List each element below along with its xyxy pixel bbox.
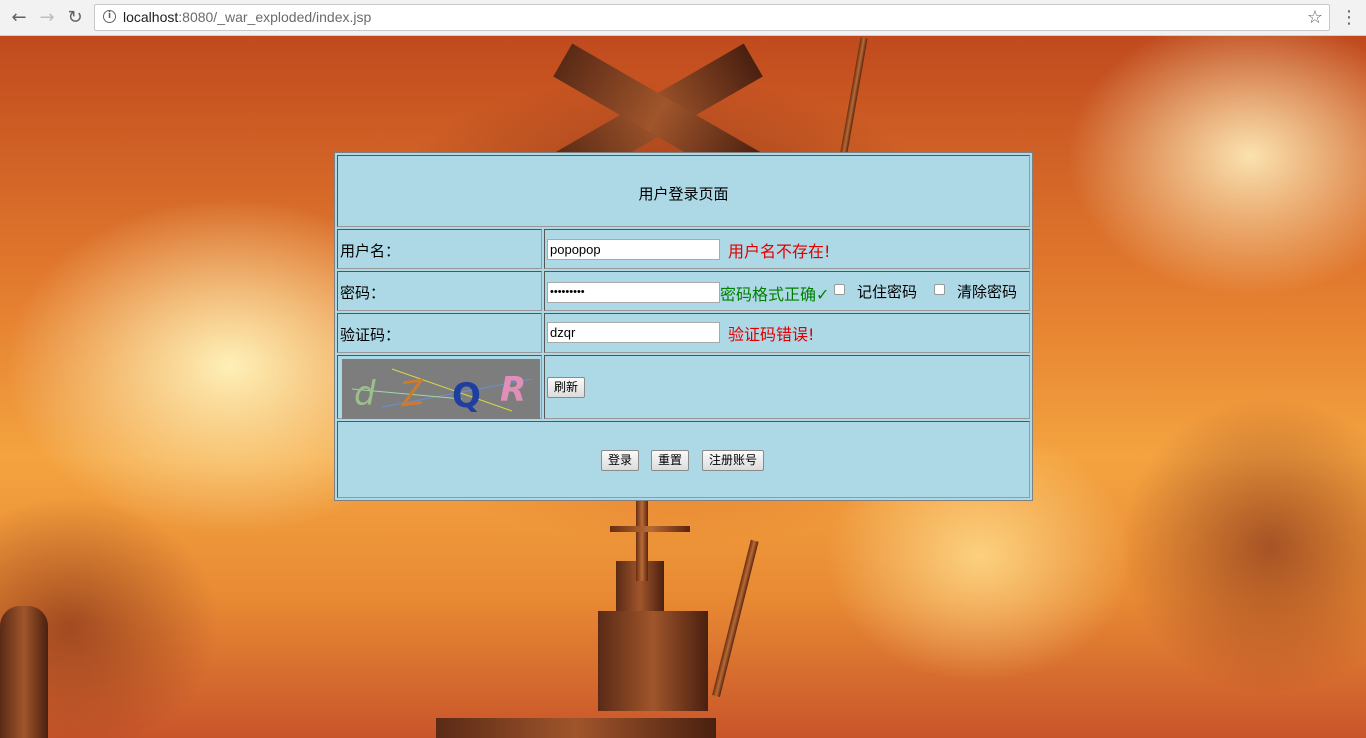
captcha-image[interactable]: d Z Q R: [342, 359, 540, 419]
background-cloud: [1120, 396, 1366, 696]
password-input[interactable]: •••••••••: [547, 282, 720, 303]
captcha-char: R: [500, 370, 526, 410]
captcha-input-cell: dzqr 验证码错误!: [544, 313, 1030, 353]
remember-password-label: 记住密码: [857, 283, 918, 301]
password-mask: •••••••••: [550, 286, 585, 298]
login-button[interactable]: 登录: [601, 450, 640, 471]
info-icon[interactable]: i: [103, 10, 116, 23]
username-label-cell: 用户名：: [337, 229, 542, 269]
username-label: 用户名：: [340, 242, 401, 260]
url-path: :8080/_war_exploded/index.jsp: [178, 9, 372, 25]
captcha-char: d: [354, 374, 376, 414]
username-error: 用户名不存在!: [728, 242, 831, 261]
username-input-cell: popopop 用户名不存在!: [544, 229, 1030, 269]
password-input-cell: ••••••••• 密码格式正确✓ 记住密码 清除密码: [544, 271, 1030, 311]
address-bar[interactable]: i localhost:8080/_war_exploded/index.jsp…: [94, 4, 1330, 31]
register-button[interactable]: 注册账号: [702, 450, 765, 471]
url-text[interactable]: localhost:8080/_war_exploded/index.jsp: [123, 9, 371, 25]
back-icon[interactable]: ←: [9, 8, 29, 28]
password-label: 密码：: [340, 284, 386, 302]
page-title: 用户登录页面: [638, 185, 729, 203]
login-form: 用户登录页面 用户名： popopop 用户名不存在! 密码： ••••••••…: [334, 152, 1033, 501]
captcha-svg: d Z Q R: [351, 368, 533, 416]
statue-base: [436, 718, 716, 738]
browser-menu-icon[interactable]: ⋮: [1340, 8, 1358, 28]
reload-icon[interactable]: ↻: [65, 8, 85, 28]
actions-cell: 登录 重置 注册账号: [337, 421, 1030, 498]
captcha-input[interactable]: dzqr: [547, 322, 720, 343]
captcha-char: Q: [452, 376, 481, 416]
statue-body: [598, 611, 708, 711]
password-label-cell: 密码：: [337, 271, 542, 311]
clear-password-checkbox[interactable]: [934, 284, 945, 295]
bookmark-star-icon[interactable]: ☆: [1307, 7, 1323, 28]
password-status: 密码格式正确✓: [720, 285, 830, 304]
forward-icon[interactable]: →: [37, 8, 57, 28]
remember-password-checkbox[interactable]: [834, 284, 845, 295]
captcha-error: 验证码错误!: [728, 325, 815, 344]
username-input[interactable]: popopop: [547, 239, 720, 260]
statue-figure: [0, 606, 48, 738]
browser-toolbar: ← → ↻ i localhost:8080/_war_exploded/ind…: [0, 0, 1366, 36]
statue-sword: [712, 539, 759, 697]
statue-sword: [636, 501, 648, 581]
refresh-button[interactable]: 刷新: [547, 377, 586, 398]
statue-sword-guard: [610, 526, 690, 532]
page-viewport: 用户登录页面 用户名： popopop 用户名不存在! 密码： ••••••••…: [0, 36, 1366, 738]
reset-button[interactable]: 重置: [651, 450, 690, 471]
captcha-label-cell: 验证码：: [337, 313, 542, 353]
captcha-char: Z: [397, 372, 427, 415]
url-host: localhost: [123, 9, 179, 25]
clear-password-label: 清除密码: [957, 283, 1018, 301]
captcha-label: 验证码：: [340, 326, 401, 344]
refresh-cell: 刷新: [544, 355, 1030, 419]
title-cell: 用户登录页面: [337, 155, 1030, 227]
captcha-image-cell: d Z Q R: [337, 355, 542, 419]
